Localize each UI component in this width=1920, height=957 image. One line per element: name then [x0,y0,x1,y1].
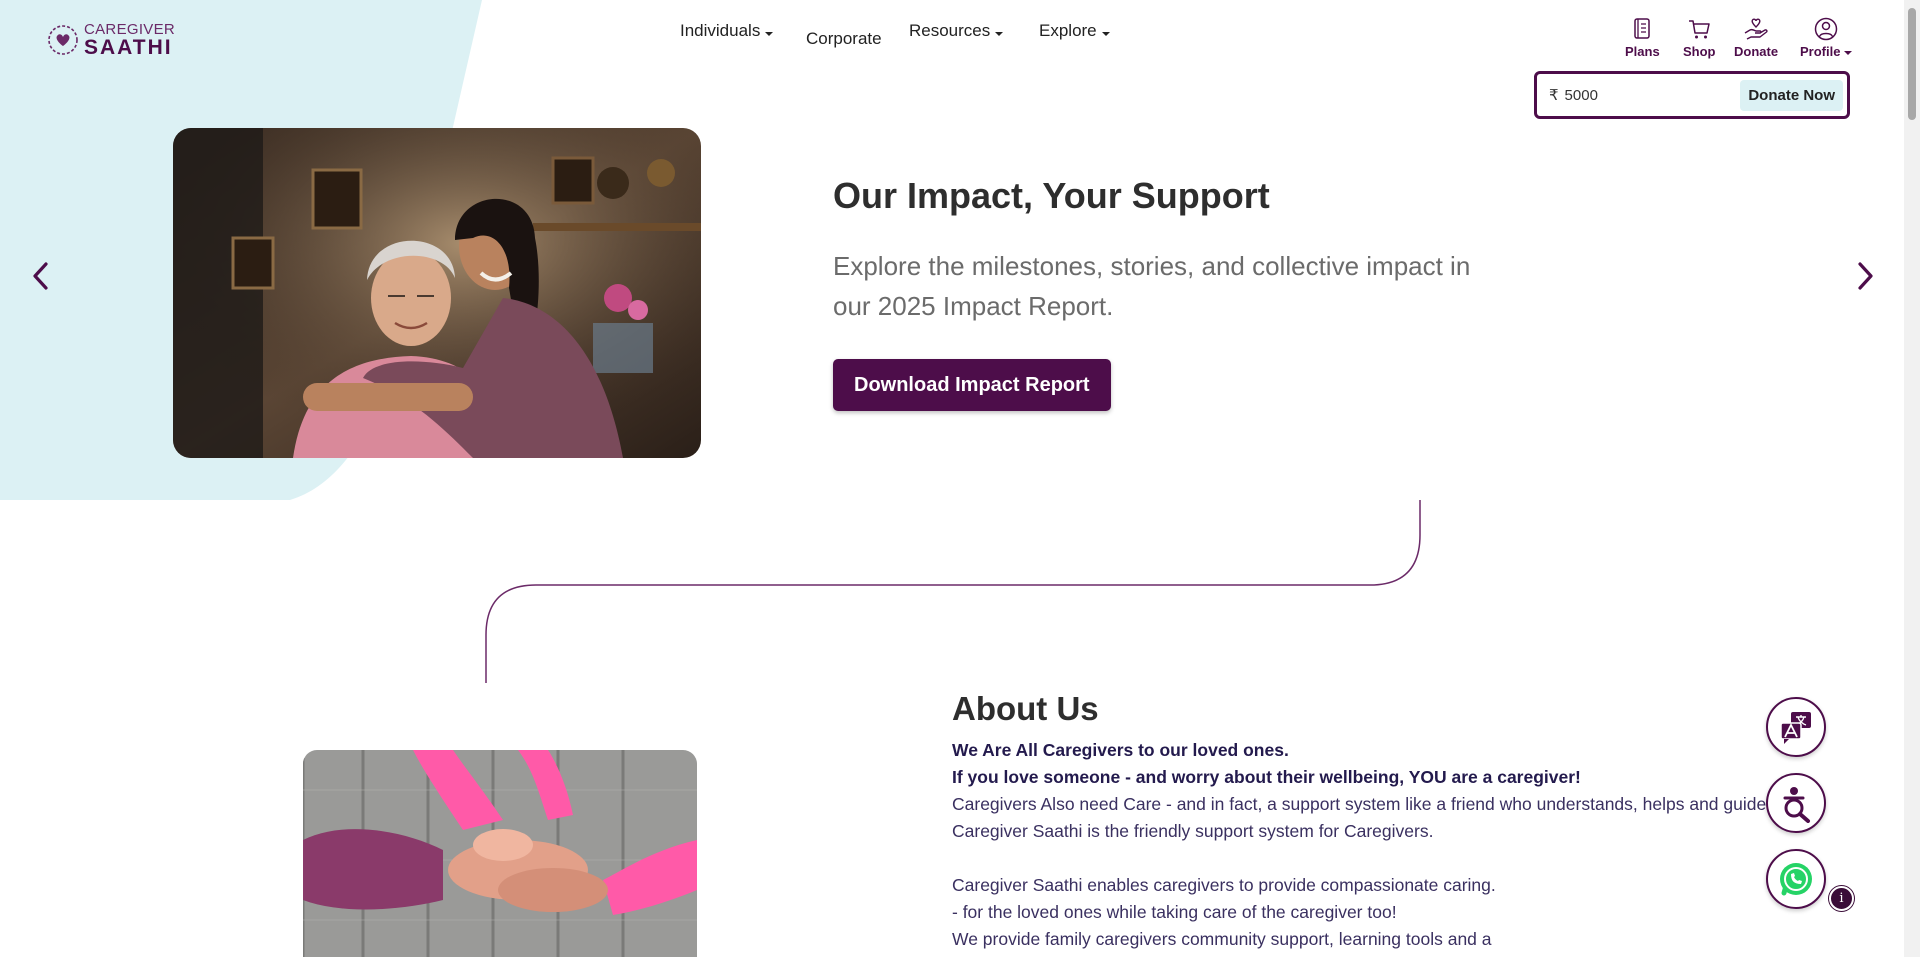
nav-corporate-label: Corporate [806,29,882,48]
page-scrollbar[interactable] [1904,0,1920,957]
nav-resources[interactable]: Resources [909,21,1004,41]
about-title: About Us [952,690,1099,727]
plans-label: Plans [1625,44,1660,59]
info-icon[interactable]: i [1829,886,1854,911]
caret-down-icon [995,31,1004,36]
currency-symbol: ₹ [1549,87,1559,104]
about-photo-illustration [303,750,697,957]
shop-label: Shop [1683,44,1716,59]
about-line: Caregiver Saathi is the friendly support… [952,821,1434,841]
hero-subtitle: Explore the milestones, stories, and col… [833,251,1471,321]
translate-icon [1780,712,1811,744]
plans-link[interactable]: Plans [1625,16,1660,59]
download-impact-report-button[interactable]: Download Impact Report [833,359,1111,411]
donate-label: Donate [1734,44,1779,59]
carousel-prev-button[interactable] [26,258,56,294]
logo-mark-icon [48,25,78,55]
donate-link[interactable]: Donate [1734,16,1778,59]
plans-icon [1634,18,1651,39]
cart-icon [1689,20,1710,39]
nav-corporate[interactable]: Corporate [806,29,882,49]
caret-down-icon [1101,31,1110,36]
profile-icon [1814,17,1838,41]
nav-individuals-label: Individuals [680,21,761,40]
about-line: Caregivers Also need Care - and in fact,… [952,794,1780,814]
donation-amount-input[interactable] [1564,86,1735,104]
hero-photo-illustration [173,128,701,458]
chevron-right-icon [1858,262,1873,290]
profile-label-text: Profile [1800,44,1841,59]
scrollbar-thumb[interactable] [1908,8,1916,120]
logo-text-line2: SAATHI [84,36,173,59]
quick-donate-form: ₹ Donate Now [1534,71,1850,119]
profile-label: Profile [1800,44,1853,59]
about-line: - for the loved ones while taking care o… [952,902,1397,922]
profile-menu[interactable]: Profile [1800,16,1853,59]
about-line: We Are All Caregivers to our loved ones. [952,740,1289,760]
site-logo[interactable]: CAREGIVER SAATHI [46,22,175,58]
hero-image-caregivers [173,128,701,458]
nav-resources-label: Resources [909,21,991,40]
nav-individuals[interactable]: Individuals [680,21,774,41]
nav-explore-label: Explore [1039,21,1097,40]
caret-down-icon [765,31,774,36]
about-line: If you love someone - and worry about th… [952,767,1581,787]
chevron-left-icon [33,262,48,290]
about-line: We provide family caregivers community s… [952,929,1492,949]
about-image-hands [303,750,697,957]
whatsapp-icon [1780,863,1812,896]
shop-link[interactable]: Shop [1683,16,1716,59]
about-spacer [952,845,1822,872]
accessibility-search-icon [1783,787,1810,823]
caret-down-icon [1844,51,1853,55]
nav-explore[interactable]: Explore [1039,21,1110,41]
donate-hand-icon [1744,18,1768,40]
about-line: Caregiver Saathi enables caregivers to p… [952,875,1496,895]
logo-text-line1: CAREGIVER [84,21,176,38]
donate-now-button[interactable]: Donate Now [1740,79,1843,111]
accessibility-search-button[interactable] [1766,773,1826,833]
about-text-block: We Are All Caregivers to our loved ones.… [952,737,1822,953]
whatsapp-button[interactable] [1766,849,1826,909]
hero-title: Our Impact, Your Support [833,175,1270,216]
translate-button[interactable] [1766,697,1826,757]
carousel-next-button[interactable] [1850,258,1880,294]
